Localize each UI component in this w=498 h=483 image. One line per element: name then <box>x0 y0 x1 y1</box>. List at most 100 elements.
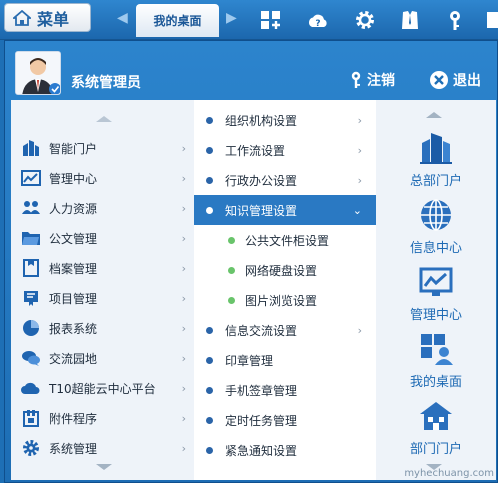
submenu-item-mobile-seal[interactable]: 手机签章管理 <box>194 375 376 405</box>
bullet-icon <box>206 176 213 184</box>
partial-toolbar-icon[interactable] <box>487 9 498 31</box>
chevron-right-icon: › <box>181 201 186 215</box>
submenu-item-org[interactable]: 组织机构设置 › <box>194 105 376 135</box>
bullet-icon <box>206 416 213 424</box>
bullet-icon <box>228 266 235 274</box>
submenu-item-network-disk[interactable]: 网络硬盘设置 <box>194 255 376 285</box>
chevron-right-icon: › <box>181 441 186 455</box>
top-bar: 菜单 ◀ 我的桌面 ▶ ? <box>0 0 498 40</box>
settings-gear-icon[interactable] <box>354 9 376 31</box>
bullet-icon <box>206 146 213 154</box>
user-header: 系统管理员 注销 退出 <box>5 41 498 99</box>
category-item-documents[interactable]: 公文管理 › <box>11 223 194 253</box>
key-icon <box>351 71 361 88</box>
chevron-right-icon: › <box>181 411 186 425</box>
archive-icon <box>21 258 41 278</box>
chevron-down-icon: ⌄ <box>352 203 362 217</box>
people-icon <box>21 198 41 218</box>
chevron-right-icon: › <box>181 381 186 395</box>
tab-next-arrow-icon[interactable]: ▶ <box>226 10 237 26</box>
key-icon[interactable] <box>444 9 466 31</box>
home-icon <box>13 9 31 26</box>
bullet-icon <box>206 356 213 364</box>
category-item-cloud-platform[interactable]: T10超能云中心平台 › <box>11 373 194 403</box>
chevron-right-icon: › <box>181 171 186 185</box>
submenu-item-workflow[interactable]: 工作流设置 › <box>194 135 376 165</box>
start-menu-panel: 系统管理员 注销 退出 智能门户 › 管理中心 › 人力资源 › 公文管理 › … <box>4 40 498 483</box>
monitor-chart-icon <box>418 264 454 300</box>
submenu-item-admin-office[interactable]: 行政办公设置 › <box>194 165 376 195</box>
bullet-icon <box>228 236 235 244</box>
bullet-icon <box>206 206 213 214</box>
quick-item-management[interactable]: 管理中心 <box>376 264 496 330</box>
tab-prev-arrow-icon[interactable]: ◀ <box>117 10 128 26</box>
submenu-item-public-cabinet[interactable]: 公共文件柜设置 <box>194 225 376 255</box>
chevron-right-icon: › <box>357 323 362 337</box>
chevron-right-icon: › <box>357 113 362 127</box>
quick-item-my-desktop[interactable]: 我的桌面 <box>376 331 496 397</box>
globe-icon <box>418 197 454 233</box>
chevron-right-icon: › <box>357 143 362 157</box>
category-item-archive[interactable]: 档案管理 › <box>11 253 194 283</box>
category-item-system[interactable]: 系统管理 › <box>11 433 194 463</box>
submenu-item-image-browse[interactable]: 图片浏览设置 <box>194 285 376 315</box>
category-item-forum[interactable]: 交流园地 › <box>11 343 194 373</box>
exit-button[interactable]: 退出 <box>429 70 481 90</box>
submenu-item-seal[interactable]: 印章管理 <box>194 345 376 375</box>
category-list: 智能门户 › 管理中心 › 人力资源 › 公文管理 › 档案管理 › 项目管理 … <box>11 100 194 480</box>
tab-my-desktop[interactable]: 我的桌面 <box>136 4 219 37</box>
logout-label: 注销 <box>367 73 395 89</box>
category-item-projects[interactable]: 项目管理 › <box>11 283 194 313</box>
plugin-icon <box>21 408 41 428</box>
cloud-icon <box>21 378 41 398</box>
chevron-right-icon: › <box>181 261 186 275</box>
avatar <box>15 51 61 95</box>
user-name: 系统管理员 <box>71 75 141 91</box>
submenu-item-scheduled-tasks[interactable]: 定时任务管理 <box>194 405 376 435</box>
menu-button-label: 菜单 <box>37 9 70 29</box>
category-scroll-up-icon[interactable] <box>96 116 112 122</box>
submenu-item-emergency-notice[interactable]: 紧急通知设置 <box>194 435 376 465</box>
chevron-right-icon: › <box>181 291 186 305</box>
house-icon <box>418 398 454 434</box>
quick-item-hq-portal[interactable]: 总部门户 <box>376 130 496 196</box>
quick-scroll-up-icon[interactable] <box>426 112 442 118</box>
quick-item-info-center[interactable]: 信息中心 <box>376 197 496 263</box>
category-item-attachments[interactable]: 附件程序 › <box>11 403 194 433</box>
exit-label: 退出 <box>453 73 481 89</box>
bullet-icon <box>206 326 213 334</box>
pie-chart-icon <box>21 318 41 338</box>
bullet-icon <box>206 116 213 124</box>
watermark: myhechuang.com <box>404 468 494 479</box>
building-icon <box>21 138 41 158</box>
category-scroll-down-icon[interactable] <box>96 464 112 470</box>
bullet-icon <box>206 446 213 454</box>
clipboard-icon <box>21 288 41 308</box>
chevron-right-icon: › <box>181 321 186 335</box>
suit-profile-icon[interactable] <box>399 9 421 31</box>
chevron-right-icon: › <box>357 173 362 187</box>
user-avatar-icon <box>16 52 60 94</box>
submenu-item-knowledge[interactable]: 知识管理设置 ⌄ <box>194 195 376 225</box>
chart-icon <box>21 168 41 188</box>
category-item-portal[interactable]: 智能门户 › <box>11 133 194 163</box>
quick-item-dept-portal[interactable]: 部门门户 <box>376 398 496 464</box>
bullet-icon <box>206 386 213 394</box>
desktop-user-icon <box>418 331 454 367</box>
category-item-hr[interactable]: 人力资源 › <box>11 193 194 223</box>
submenu-list: 组织机构设置 › 工作流设置 › 行政办公设置 › 知识管理设置 ⌄ 公共文件柜设置 网… <box>194 100 376 480</box>
add-widget-icon[interactable] <box>260 9 282 31</box>
category-item-management[interactable]: 管理中心 › <box>11 163 194 193</box>
chevron-right-icon: › <box>181 231 186 245</box>
chevron-right-icon: › <box>181 141 186 155</box>
help-cloud-icon[interactable]: ? <box>307 9 329 31</box>
submenu-item-info-exchange[interactable]: 信息交流设置 › <box>194 315 376 345</box>
logout-button[interactable]: 注销 <box>349 70 395 90</box>
chat-icon <box>21 348 41 368</box>
gear-icon <box>21 438 41 458</box>
chevron-right-icon: › <box>181 351 186 365</box>
category-item-reports[interactable]: 报表系统 › <box>11 313 194 343</box>
svg-text:?: ? <box>315 19 320 29</box>
menu-button[interactable]: 菜单 <box>4 3 91 32</box>
bullet-icon <box>228 296 235 304</box>
